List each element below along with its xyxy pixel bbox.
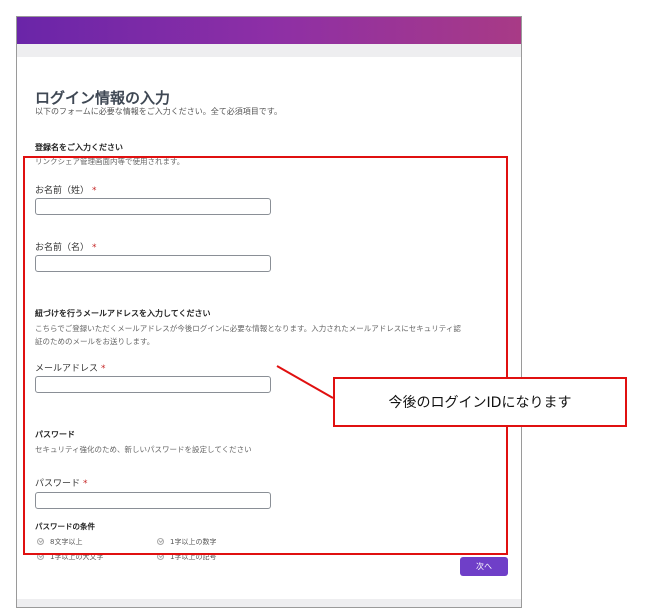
callout-pointer-line bbox=[276, 365, 334, 399]
annotation-callout: 今後のログインIDになります bbox=[333, 377, 627, 427]
